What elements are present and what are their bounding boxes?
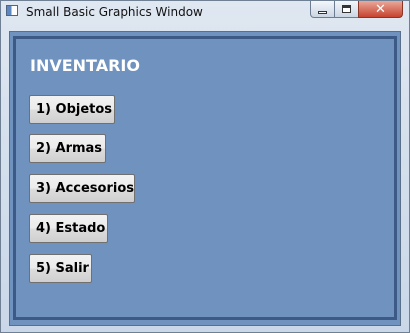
salir-button[interactable]: 5) Salir — [29, 254, 92, 283]
window-title: Small Basic Graphics Window — [26, 5, 203, 19]
maximize-icon — [342, 5, 351, 13]
app-icon — [6, 5, 18, 16]
maximize-button[interactable] — [334, 1, 359, 18]
armas-button[interactable]: 2) Armas — [29, 134, 106, 163]
accesorios-button[interactable]: 3) Accesorios — [29, 174, 135, 203]
minimize-icon — [318, 10, 327, 14]
minimize-button[interactable] — [310, 1, 335, 18]
menu-heading: INVENTARIO — [30, 56, 140, 75]
close-icon: ✕ — [375, 1, 386, 17]
title-bar[interactable]: Small Basic Graphics Window ✕ — [1, 1, 409, 23]
estado-button[interactable]: 4) Estado — [29, 214, 108, 243]
close-button[interactable]: ✕ — [358, 1, 403, 18]
menu-frame: INVENTARIO 1) Objetos 2) Armas 3) Acceso… — [13, 36, 397, 320]
graphics-window: Small Basic Graphics Window ✕ INVENTARIO… — [0, 0, 410, 333]
canvas: INVENTARIO 1) Objetos 2) Armas 3) Acceso… — [9, 31, 401, 326]
objetos-button[interactable]: 1) Objetos — [29, 95, 115, 124]
